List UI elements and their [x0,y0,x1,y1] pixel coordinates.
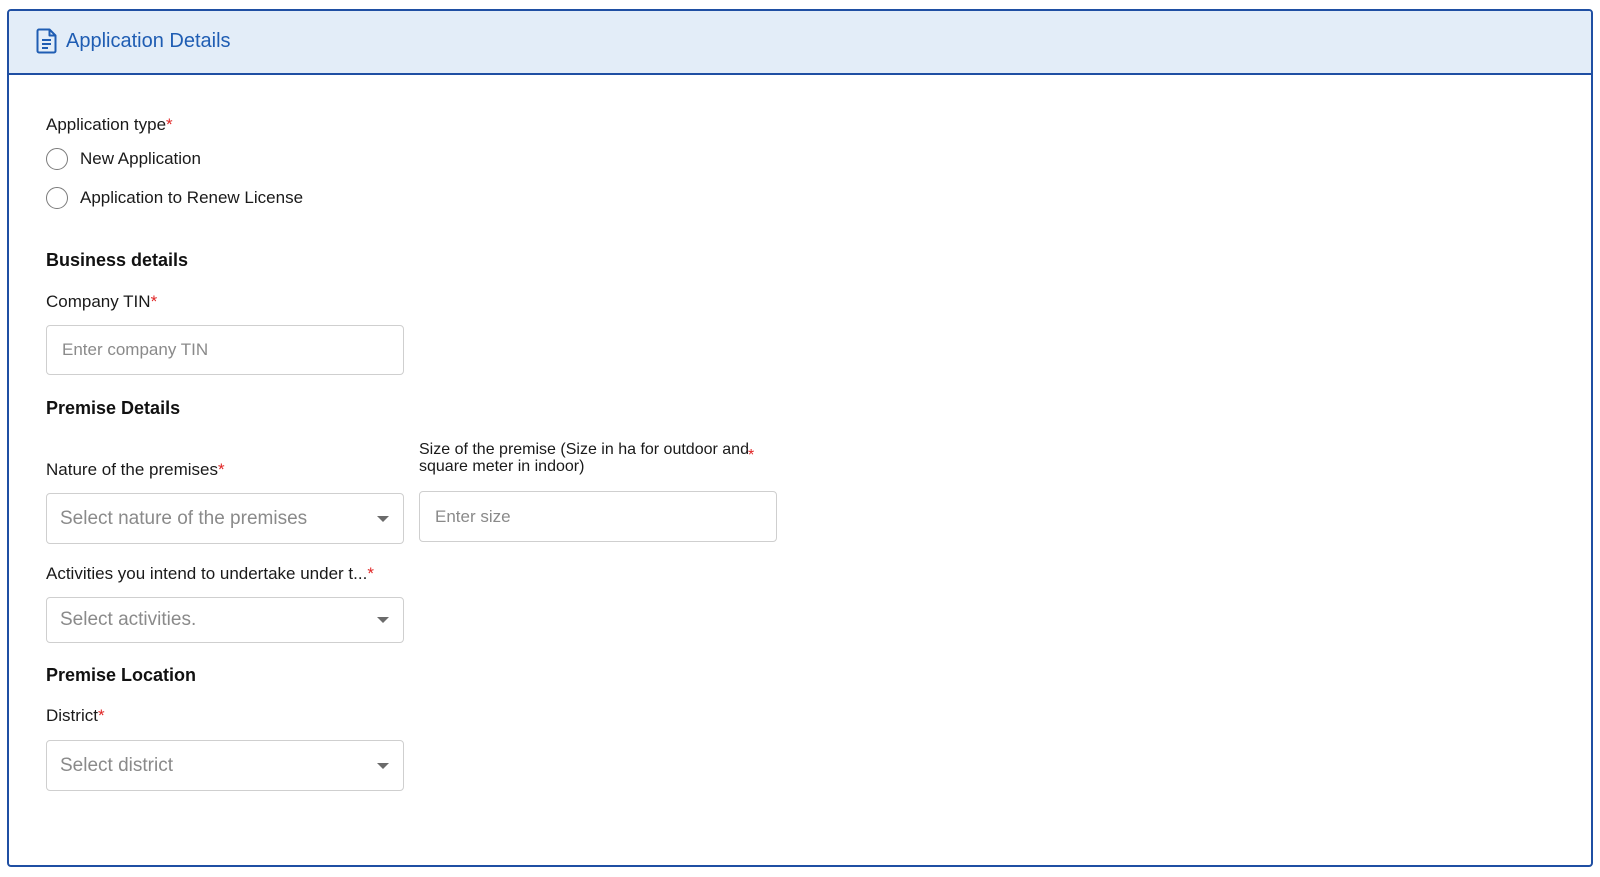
caret-down-icon[interactable] [377,617,389,623]
district-label-text: District [46,706,98,725]
required-mark: * [748,447,755,464]
application-details-card: Application Details Application type* Ne… [7,9,1593,867]
required-mark: * [150,292,158,311]
required-mark: * [166,115,173,134]
caret-down-icon[interactable] [377,515,389,522]
premise-size-label: Size of the premise (Size in ha for outd… [419,441,749,475]
radio-label: New Application [80,149,201,168]
radio-button[interactable] [46,148,68,170]
card-header: Application Details [9,11,1591,75]
page-title: Application Details [66,30,231,52]
activities-label: Activities you intend to undertake under… [46,564,374,584]
radio-new-application[interactable]: New Application [46,148,201,170]
nature-of-premises-label-text: Nature of the premises [46,460,218,479]
application-type-label: Application type* [46,115,173,135]
activities-select[interactable]: Select activities. [46,597,404,643]
radio-renew-license[interactable]: Application to Renew License [46,187,303,209]
company-tin-label: Company TIN* [46,292,157,312]
required-mark: * [97,706,105,725]
company-tin-input[interactable] [46,325,404,375]
district-select[interactable]: Select district [46,740,404,791]
nature-of-premises-label: Nature of the premises* [46,460,225,480]
nature-of-premises-select[interactable]: Select nature of the premises [46,493,404,544]
premise-details-title: Premise Details [46,398,181,418]
caret-down-icon[interactable] [377,762,389,769]
select-placeholder: Select activities. [60,609,197,630]
required-mark: * [367,564,374,583]
business-details-title: Business details [46,250,189,270]
premise-size-label-text: Size of the premise (Size in ha for outd… [419,441,749,475]
application-type-label-text: Application type [46,115,167,134]
required-mark: * [217,460,225,479]
radio-label: Application to Renew License [80,188,304,207]
premise-location-title: Premise Location [46,665,197,685]
document-icon [36,28,57,54]
activities-label-text: Activities you intend to undertake under… [46,564,368,583]
select-placeholder: Select district [60,754,173,776]
radio-button[interactable] [46,187,68,209]
district-label: District* [46,706,105,726]
premise-size-input[interactable] [419,491,777,542]
company-tin-label-text: Company TIN [46,292,151,311]
select-placeholder: Select nature of the premises [60,507,308,529]
